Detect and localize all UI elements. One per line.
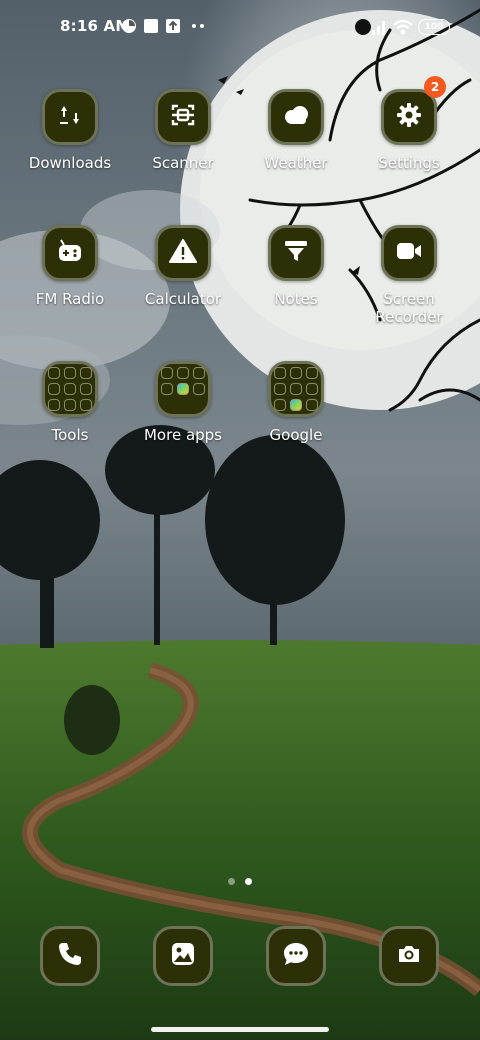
gear-icon (396, 102, 422, 132)
mini-app-icon (48, 383, 60, 395)
app-label: Screen Recorder (375, 290, 443, 326)
dock-gallery[interactable] (153, 926, 213, 986)
app-calculator[interactable]: Calculator (127, 225, 239, 308)
mini-app-icon (306, 367, 318, 379)
app-label: Calculator (144, 290, 222, 308)
wifi-icon (392, 18, 414, 40)
mini-app-icon (177, 383, 189, 395)
page-dot[interactable] (228, 878, 235, 885)
more-dots-icon (191, 18, 205, 38)
mini-app-icon (80, 383, 92, 395)
app-weather[interactable]: Weather (240, 89, 352, 172)
tools-folder-tile[interactable] (42, 361, 98, 417)
weather-cloud-icon (282, 105, 310, 129)
dock-messages[interactable] (266, 926, 326, 986)
scanner-tile[interactable] (155, 89, 211, 145)
mini-app-icon (306, 399, 318, 411)
notes-funnel-icon (283, 238, 309, 268)
mini-app-icon (80, 399, 92, 411)
screen-recorder-tile[interactable] (381, 225, 437, 281)
folder-label: More apps (143, 426, 222, 444)
mini-app-icon (64, 399, 76, 411)
mini-app-icon (193, 367, 205, 379)
app-label: FM Radio (35, 290, 105, 308)
more-apps-folder-tile[interactable] (155, 361, 211, 417)
calculator-warning-icon (169, 238, 197, 268)
app-settings[interactable]: 2 Settings (353, 76, 465, 172)
folder-google[interactable]: Google (240, 361, 352, 444)
mini-app-icon (161, 383, 173, 395)
mini-app-icon (193, 383, 205, 395)
app-label: Notes (274, 290, 318, 308)
battery-icon: 100 (418, 19, 450, 35)
settings-tile[interactable]: 2 (381, 76, 446, 145)
app-fm-radio[interactable]: FM Radio (14, 225, 126, 308)
notification-square-icon (143, 18, 159, 38)
mini-app-icon (64, 367, 76, 379)
mini-app-icon (274, 383, 286, 395)
notification-badge: 2 (424, 76, 446, 98)
mini-app-icon (290, 383, 302, 395)
mini-app-icon (64, 383, 76, 395)
downloads-icon (57, 102, 83, 132)
dock (0, 926, 480, 986)
status-time: 8:16 AM (60, 17, 131, 35)
gauge-icon (121, 18, 137, 38)
app-label: Downloads (28, 154, 112, 172)
camera-icon (396, 942, 422, 970)
dock-camera[interactable] (379, 926, 439, 986)
folder-label: Google (269, 426, 323, 444)
mini-app-icon (177, 367, 189, 379)
mini-app-icon (80, 367, 92, 379)
signal-icon (370, 18, 388, 40)
mini-app-icon (306, 383, 318, 395)
mini-app-icon (290, 367, 302, 379)
status-bar: 8:16 AM 100 (0, 0, 480, 56)
app-label: Scanner (152, 154, 214, 172)
app-label: Settings (378, 154, 440, 172)
mini-app-icon (48, 367, 60, 379)
folder-label: Tools (51, 426, 89, 444)
gesture-nav-bar[interactable] (151, 1027, 329, 1032)
mini-app-icon (161, 367, 173, 379)
downloads-tile[interactable] (42, 89, 98, 145)
app-scanner[interactable]: Scanner (127, 89, 239, 172)
mini-app-icon (274, 399, 286, 411)
fm-radio-tile[interactable] (42, 225, 98, 281)
calculator-tile[interactable] (155, 225, 211, 281)
messages-icon (282, 941, 310, 971)
page-indicator (0, 878, 480, 885)
scanner-icon (170, 102, 196, 132)
page-dot-active[interactable] (245, 878, 252, 885)
folder-tools[interactable]: Tools (14, 361, 126, 444)
gallery-icon (170, 941, 196, 971)
video-camera-icon (395, 240, 423, 266)
app-notes[interactable]: Notes (240, 225, 352, 308)
mini-app-icon (274, 367, 286, 379)
dock-phone[interactable] (40, 926, 100, 986)
phone-icon (57, 941, 83, 971)
notes-tile[interactable] (268, 225, 324, 281)
app-label: Weather (264, 154, 328, 172)
mini-app-icon (48, 399, 60, 411)
radio-icon (56, 238, 84, 268)
google-folder-tile[interactable] (268, 361, 324, 417)
upload-box-icon (165, 18, 181, 38)
folder-more-apps[interactable]: More apps (127, 361, 239, 444)
weather-tile[interactable] (268, 89, 324, 145)
mini-app-icon (290, 399, 302, 411)
app-screen-recorder[interactable]: Screen Recorder (353, 225, 465, 326)
app-downloads[interactable]: Downloads (14, 89, 126, 172)
